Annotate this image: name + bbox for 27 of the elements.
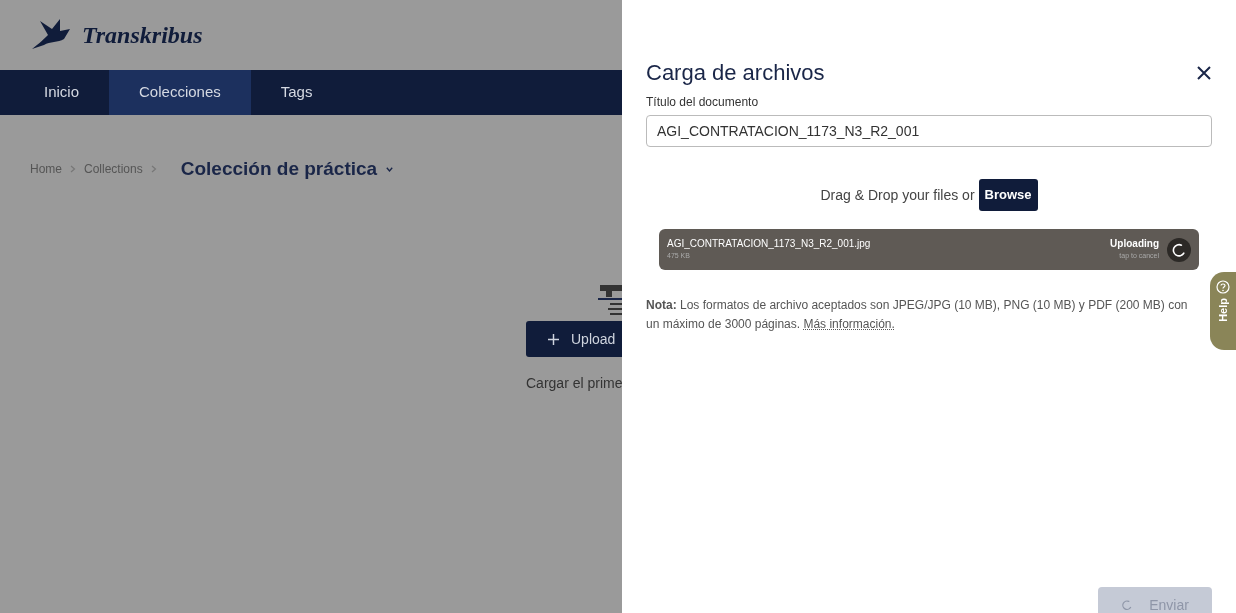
chevron-right-icon: [70, 165, 76, 173]
title-input-field[interactable]: AGI_CONTRATACION_1173_N3_R2_001: [646, 115, 1212, 147]
upload-status: Uploading: [1110, 238, 1159, 251]
help-icon: [1216, 280, 1230, 294]
browse-button[interactable]: Browse: [978, 179, 1038, 211]
spinner-icon: [1171, 241, 1187, 258]
upload-button[interactable]: Upload: [526, 321, 622, 357]
more-info-link[interactable]: Más información.: [803, 317, 895, 331]
file-name: AGI_CONTRATACION_1173_N3_R2_001.jpg: [667, 238, 871, 251]
dialog-title: Carga de archivos: [646, 59, 825, 87]
help-label: Help: [1215, 298, 1230, 322]
drop-text: Drag & Drop your files or: [820, 185, 975, 205]
nav-tab[interactable]: Tags: [250, 70, 343, 115]
nav-tab[interactable]: Inicio: [14, 70, 110, 115]
brand-name: Transkribus: [82, 21, 203, 50]
chevron-right-icon: [150, 165, 157, 173]
document-stack-icon: [598, 283, 622, 317]
close-icon[interactable]: [1196, 64, 1212, 81]
collection-title[interactable]: Colección de práctica: [180, 154, 378, 184]
field-label: Título del documento: [646, 94, 760, 111]
spinner-icon: [1121, 599, 1134, 611]
nav-tab[interactable]: Colecciones: [109, 70, 251, 115]
help-tab[interactable]: Help: [1210, 272, 1236, 350]
note-text: Nota: Los formatos de archivo aceptados son JPEG/JPG (10 MB), PNG (10 MB) y PDF (200 MB) con un máximo de 3000 páginas. Más información.: [646, 297, 1189, 333]
plus-icon: [548, 333, 559, 345]
chevron-down-icon: [385, 164, 395, 174]
empty-hint: Cargar el prime: [526, 374, 622, 393]
